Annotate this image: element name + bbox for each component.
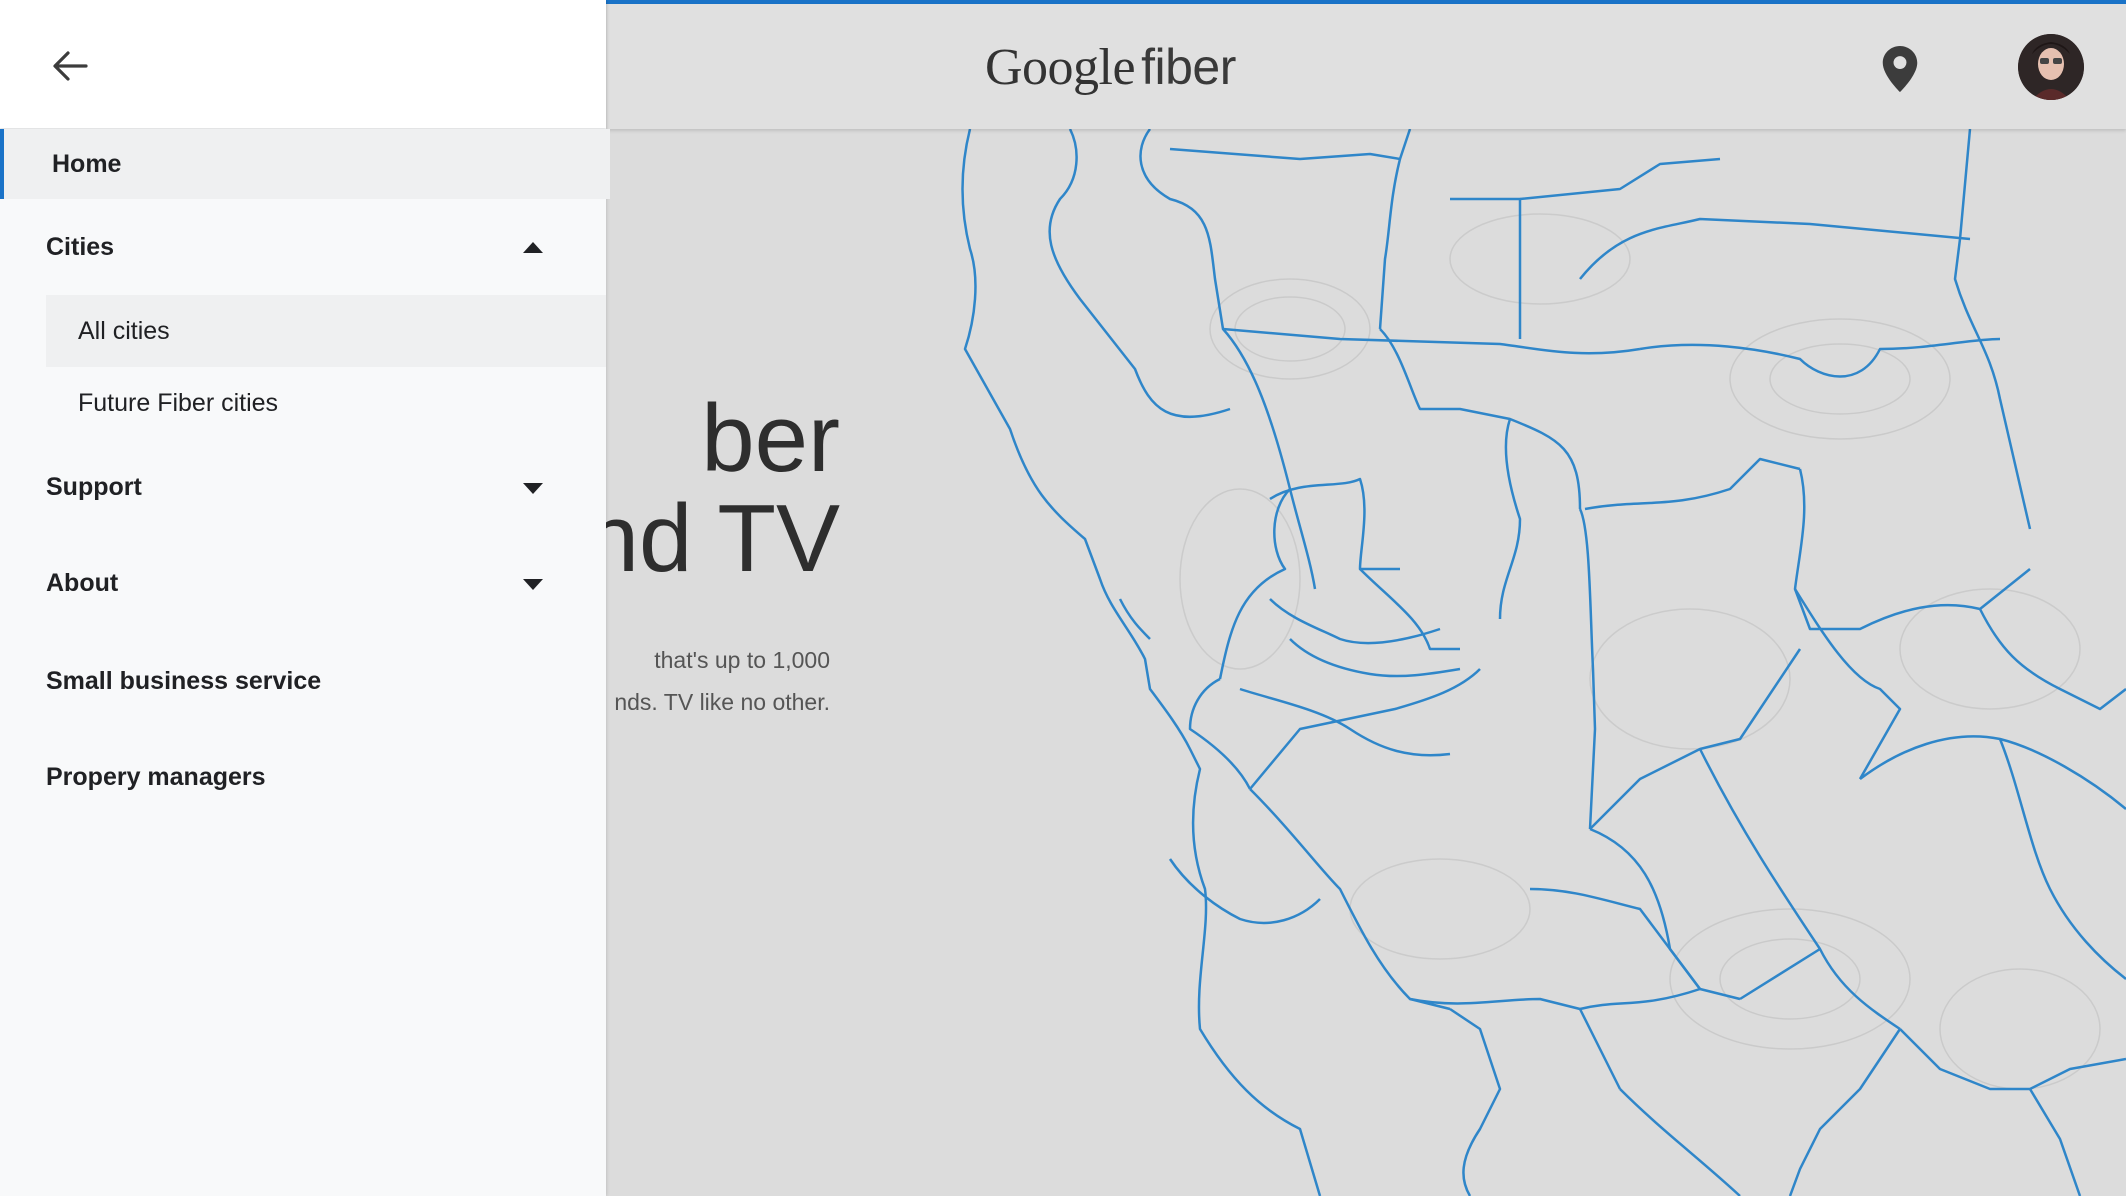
nav-item-support-label: Support [46,472,142,501]
nav-item-support[interactable]: Support [0,452,606,522]
nav-item-about-label: About [46,568,119,597]
caret-up-icon [523,242,543,253]
nav-subitem-all-cities[interactable]: All cities [46,295,606,367]
nav-subitem-future-fiber-cities[interactable]: Future Fiber cities [46,367,606,439]
nav-item-property-managers[interactable]: Propery managers [0,742,606,812]
user-avatar[interactable] [2018,34,2084,100]
nav-item-property-managers-label: Propery managers [46,762,266,791]
navigation-drawer: Home Cities All cities Future Fiber citi… [0,0,610,1196]
bay-area-map [961,129,2126,1196]
nav-item-cities[interactable]: Cities [0,212,606,282]
nav-item-small-business[interactable]: Small business service [0,646,606,716]
caret-down-icon [523,579,543,590]
logo-fiber-text: fiber [1141,39,1236,95]
nav-subitem-all-cities-label: All cities [78,316,170,345]
nav-item-home-label: Home [52,149,122,178]
nav-item-about[interactable]: About [0,548,606,618]
back-button[interactable] [46,46,94,86]
drawer-header [0,0,606,128]
location-pin-icon[interactable] [1882,46,1918,92]
google-fiber-logo[interactable]: Google fiber [985,38,1236,97]
caret-down-icon [523,483,543,494]
logo-google-text: Google [985,39,1136,96]
nav-subitem-future-fiber-cities-label: Future Fiber cities [78,388,279,417]
arrow-left-icon [53,51,88,81]
nav-item-small-business-label: Small business service [46,666,322,695]
nav-item-cities-label: Cities [46,232,115,261]
nav-item-home[interactable]: Home [0,129,610,199]
